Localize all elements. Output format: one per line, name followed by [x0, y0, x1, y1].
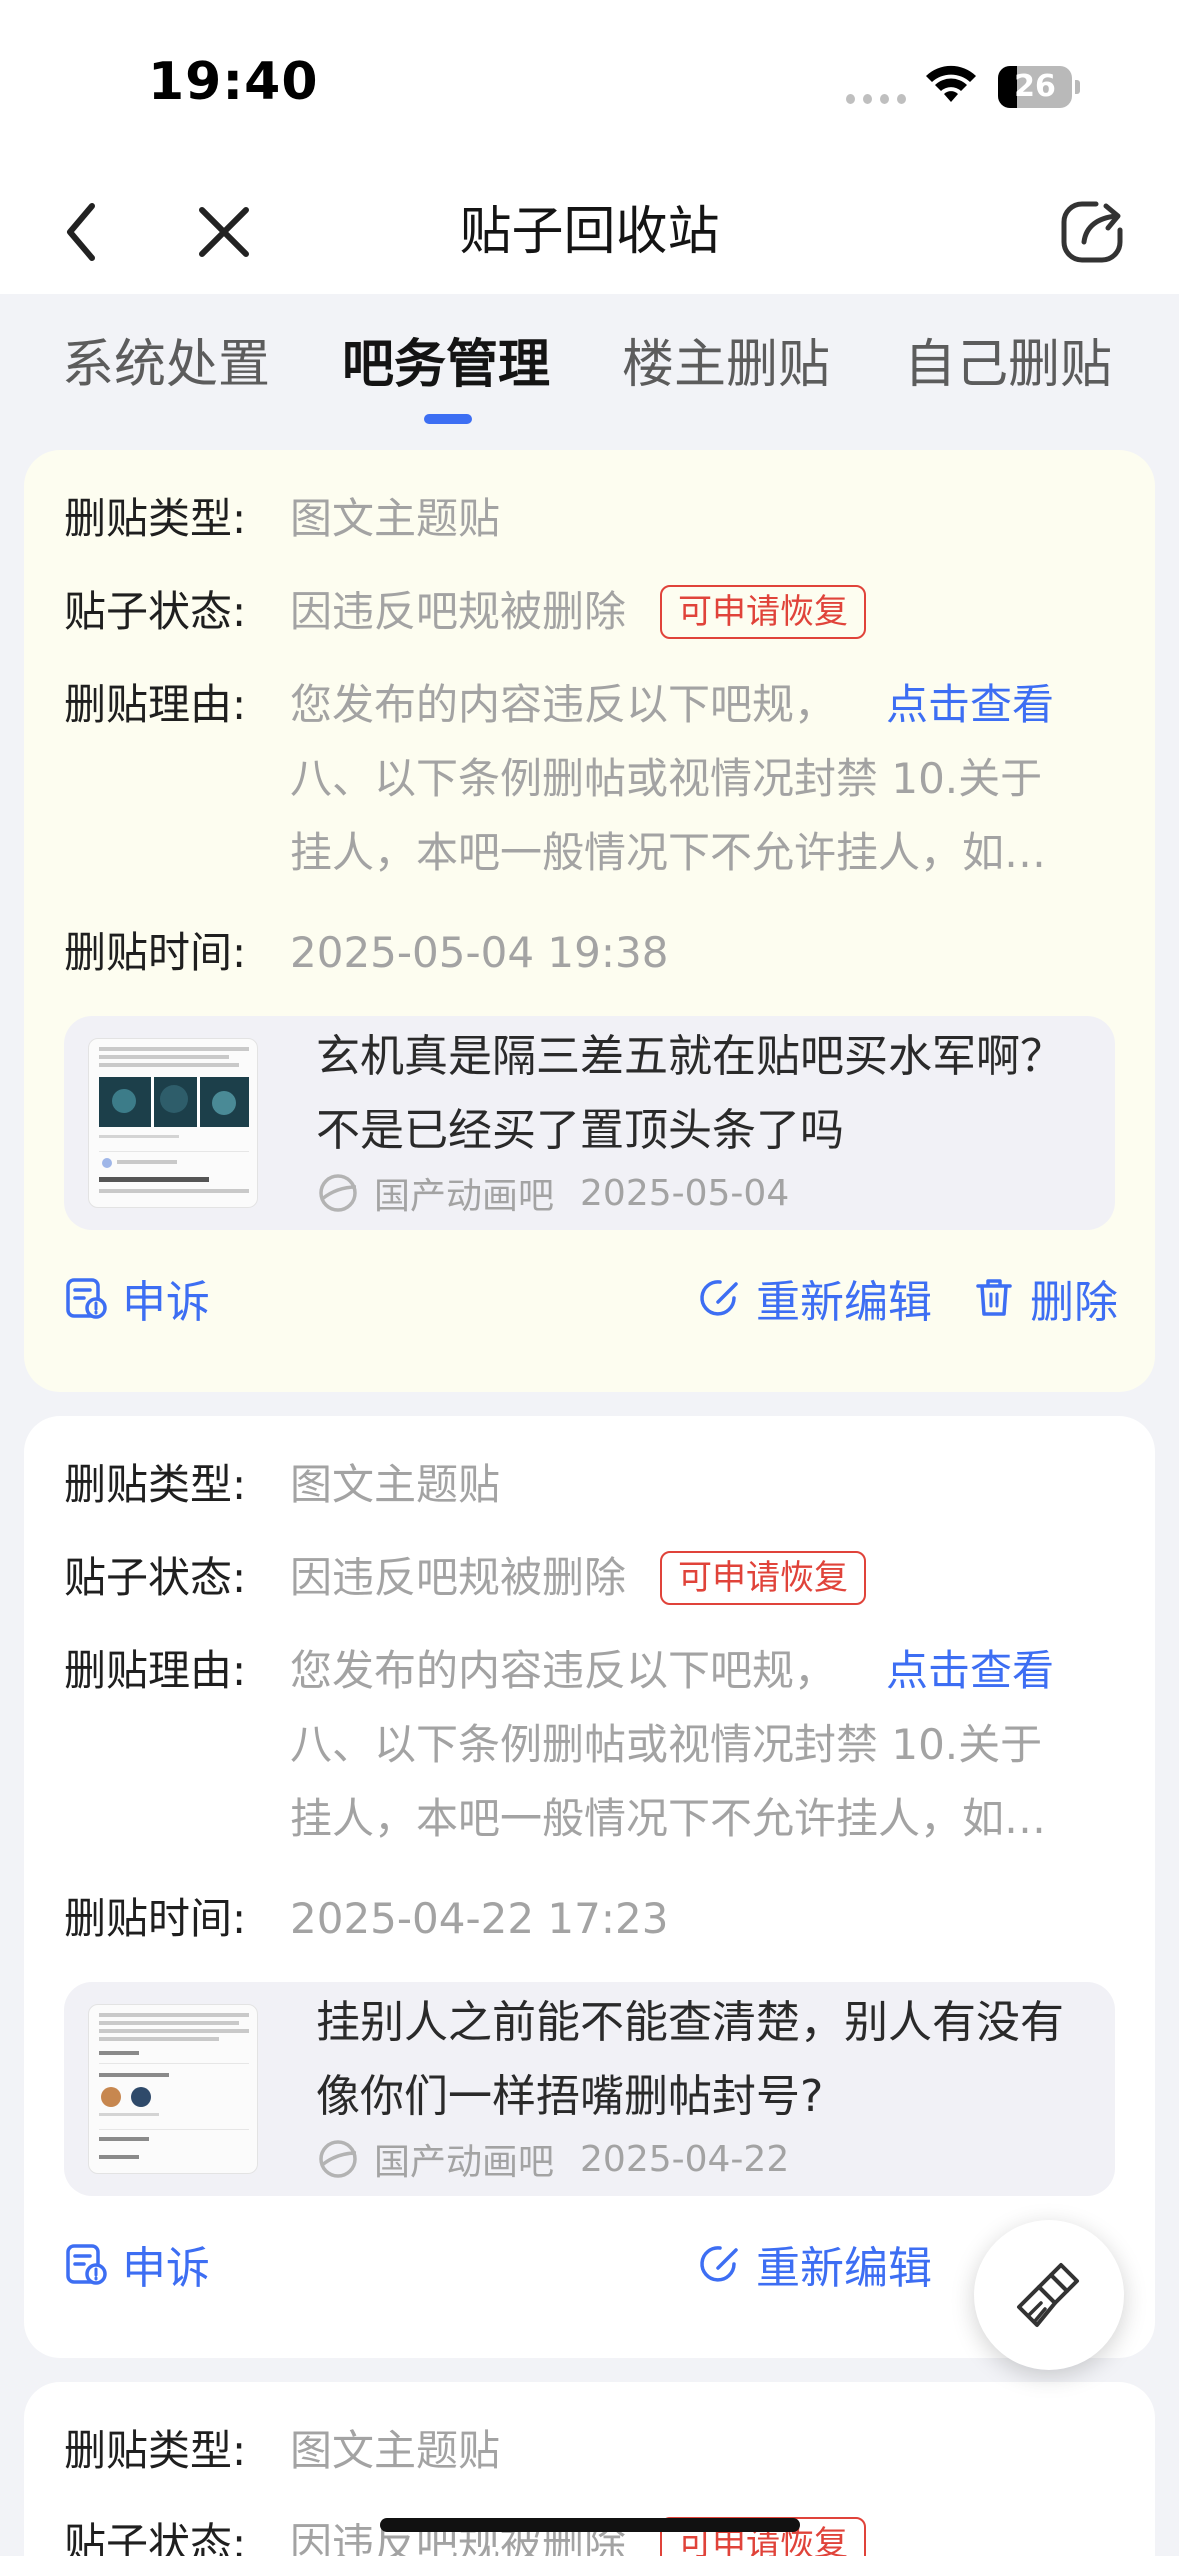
type-label: 删贴类型: — [64, 494, 247, 543]
reason-line: 挂人，本吧一般情况下不允许挂人，如… — [290, 1794, 1047, 1843]
forum-icon — [319, 2140, 357, 2178]
tab-active-indicator — [424, 414, 472, 424]
appeal-label: 申诉 — [122, 2243, 210, 2294]
share-icon — [1061, 201, 1123, 263]
post-date: 2025-04-22 — [580, 2138, 790, 2180]
edit-icon — [700, 1280, 738, 1316]
tab-system[interactable]: 系统处置 — [62, 322, 270, 397]
forum-name[interactable]: 国产动画吧 — [374, 2133, 554, 2185]
reason-text: 您发布的内容违反以下吧规， — [290, 680, 837, 729]
type-value: 图文主题贴 — [290, 2426, 501, 2475]
post-preview[interactable]: 玄机真是隔三差五就在贴吧买水军啊？不是已经买了置顶头条了吗 国产动画吧 2025… — [64, 1016, 1115, 1230]
home-indicator — [380, 2518, 800, 2532]
type-label: 删贴类型: — [64, 1460, 247, 1509]
time-label: 删贴时间: — [64, 1894, 247, 1943]
reason-text: 您发布的内容违反以下吧规， — [290, 1646, 837, 1695]
status-value: 因违反吧规被删除 — [290, 1553, 627, 1602]
view-rules-link[interactable]: 点击查看 — [886, 1642, 1054, 1700]
status-label: 贴子状态: — [64, 2519, 247, 2556]
time-value: 2025-05-04 19:38 — [290, 928, 669, 977]
type-value: 图文主题贴 — [290, 494, 501, 543]
status-bar: 19:40 26 — [0, 0, 1179, 170]
tab-bar-management[interactable]: 吧务管理 — [342, 322, 550, 397]
edit-icon — [700, 2246, 738, 2282]
post-title: 玄机真是隔三差五就在贴吧买水军啊？不是已经买了置顶头条了吗 — [316, 1031, 1064, 1156]
status-label: 贴子状态: — [64, 1553, 247, 1602]
page-title: 贴子回收站 — [459, 202, 720, 262]
appeal-button[interactable]: 申诉 — [64, 2224, 210, 2304]
chevron-left-icon — [67, 203, 95, 261]
type-value: 图文主题贴 — [290, 1460, 501, 1509]
appeal-button[interactable]: 申诉 — [64, 1258, 210, 1338]
reason-line: 八、以下条例删帖或视情况封禁 10.关于 — [290, 754, 1043, 803]
nav-bar: 贴子回收站 — [0, 170, 1179, 294]
cellular-signal-icon — [846, 94, 906, 108]
battery-icon: 26 — [998, 66, 1080, 108]
clean-button[interactable] — [974, 2220, 1124, 2370]
broom-icon — [1017, 2263, 1079, 2327]
status-value: 因违反吧规被删除 — [290, 587, 627, 636]
post-meta: 国产动画吧 2025-04-22 — [316, 2134, 789, 2184]
reason-line: 八、以下条例删帖或视情况封禁 10.关于 — [290, 1720, 1043, 1769]
close-icon — [199, 207, 249, 257]
delete-label: 删除 — [1030, 1277, 1118, 1328]
back-button[interactable] — [38, 188, 126, 276]
post-date: 2025-05-04 — [580, 1172, 790, 1214]
close-button[interactable] — [180, 188, 268, 276]
tab-owner-deleted[interactable]: 楼主删贴 — [622, 322, 830, 397]
tab-bar: 系统处置 吧务管理 楼主删贴 自己删贴 — [0, 294, 1179, 434]
reason-label: 删贴理由: — [64, 680, 247, 729]
type-label: 删贴类型: — [64, 2426, 247, 2475]
restorable-badge: 可申请恢复 — [660, 585, 866, 639]
deleted-post-card: 删贴类型: 图文主题贴 贴子状态: 因违反吧规被删除 可申请恢复 删贴理由: 您… — [24, 1416, 1155, 2358]
reedit-button[interactable]: 重新编辑 — [698, 1258, 932, 1338]
reason-line: 挂人，本吧一般情况下不允许挂人，如… — [290, 828, 1047, 877]
wifi-icon — [926, 65, 976, 102]
battery-percent: 26 — [1014, 69, 1056, 104]
appeal-icon — [66, 2244, 107, 2285]
trash-icon — [976, 1279, 1012, 1316]
time-value: 2025-04-22 17:23 — [290, 1894, 669, 1943]
appeal-label: 申诉 — [122, 1277, 210, 1328]
post-meta: 国产动画吧 2025-05-04 — [316, 1168, 789, 1218]
reedit-label: 重新编辑 — [756, 1277, 932, 1328]
reedit-button[interactable]: 重新编辑 — [698, 2224, 932, 2304]
tab-self-deleted[interactable]: 自己删贴 — [904, 322, 1112, 397]
deleted-post-card: 删贴类型: 图文主题贴 贴子状态: 因违反吧规被删除 可申请恢复 删贴理由: 您… — [24, 450, 1155, 1392]
reedit-label: 重新编辑 — [756, 2243, 932, 2294]
view-rules-link[interactable]: 点击查看 — [886, 676, 1054, 734]
appeal-icon — [66, 1278, 107, 1319]
share-button[interactable] — [1048, 188, 1136, 276]
restorable-badge: 可申请恢复 — [660, 1551, 866, 1605]
forum-name[interactable]: 国产动画吧 — [374, 1167, 554, 1219]
delete-button[interactable]: 删除 — [972, 1258, 1118, 1338]
time-label: 删贴时间: — [64, 928, 247, 977]
post-title: 挂别人之前能不能查清楚，别人有没有像你们一样捂嘴删帖封号? — [316, 1997, 1064, 2122]
card-actions: 申诉 重新编辑 删除 — [24, 1258, 1155, 1338]
status-time: 19:40 — [148, 52, 319, 112]
status-label: 贴子状态: — [64, 587, 247, 636]
reason-label: 删贴理由: — [64, 1646, 247, 1695]
post-preview[interactable]: 挂别人之前能不能查清楚，别人有没有像你们一样捂嘴删帖封号? 国产动画吧 2025… — [64, 1982, 1115, 2196]
post-thumbnail — [88, 2004, 258, 2174]
post-thumbnail — [88, 1038, 258, 1208]
forum-icon — [319, 1174, 357, 1212]
